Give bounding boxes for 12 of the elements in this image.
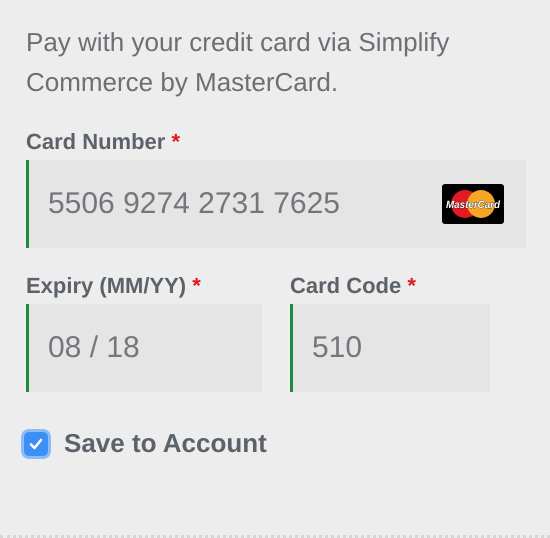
required-mark: * bbox=[171, 129, 180, 154]
field-label: Card Code bbox=[290, 273, 402, 298]
checkbox-label: Save to Account bbox=[64, 428, 267, 459]
check-icon bbox=[29, 438, 43, 450]
checkbox[interactable] bbox=[24, 432, 48, 456]
input-field[interactable]: 510 bbox=[290, 304, 490, 392]
field-label: Card Number bbox=[26, 129, 166, 154]
field-label: Expiry (MM/YY) bbox=[26, 273, 186, 298]
input-field[interactable]: 08 / 18 bbox=[26, 304, 262, 392]
intro-text: Pay with your credit card via Simplify Commerce by MasterCard. bbox=[26, 26, 450, 99]
required-mark: * bbox=[407, 273, 416, 298]
required-mark: * bbox=[192, 273, 201, 298]
